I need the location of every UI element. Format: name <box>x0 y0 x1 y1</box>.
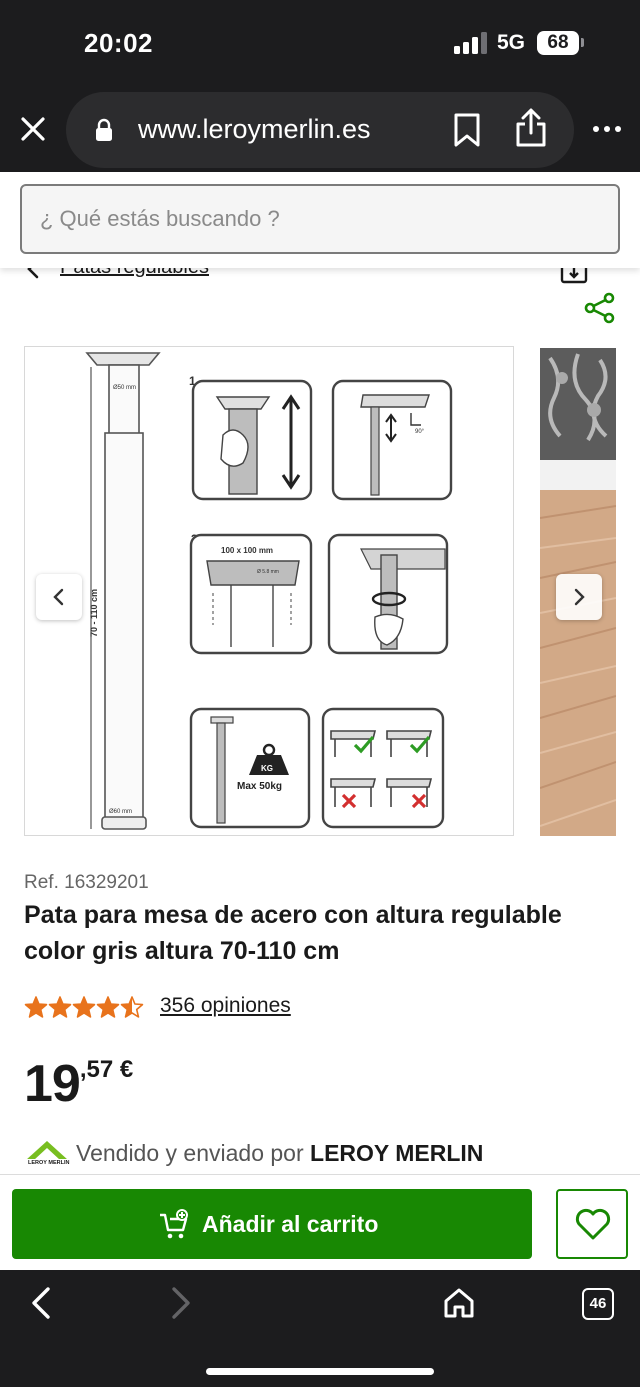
svg-text:KG: KG <box>261 764 273 773</box>
status-bar: 20:02 5G 68 <box>0 0 640 88</box>
diameter-bottom-label: Ø60 mm <box>109 809 132 815</box>
close-icon[interactable] <box>18 114 48 144</box>
bookmark-icon[interactable] <box>452 112 482 148</box>
seller-prefix: Vendido y enviado por <box>76 1140 311 1166</box>
search-input[interactable]: ¿ Qué estás buscando ? <box>20 184 620 254</box>
svg-text:Max 50kg: Max 50kg <box>237 781 282 792</box>
battery-tip <box>581 38 584 47</box>
battery-icon: 68 <box>537 31 579 55</box>
rating-stars <box>24 996 144 1018</box>
product-image[interactable]: 70 - 110 cm Ø50 mm Ø60 mm 1 2 90° 3 100 … <box>24 346 514 836</box>
product-title: Pata para mesa de acero con altura regul… <box>24 901 562 965</box>
diameter-top-label: Ø50 mm <box>113 385 136 391</box>
reviews-link[interactable]: 356 opiniones <box>160 994 291 1018</box>
price-decimal: ,57 € <box>79 1056 134 1083</box>
browser-toolbar: 46 <box>0 1270 640 1387</box>
url-field[interactable]: www.leroymerlin.es <box>66 92 574 168</box>
svg-text:100 x 100 mm: 100 x 100 mm <box>221 546 273 555</box>
svg-text:LEROY MERLIN: LEROY MERLIN <box>28 1160 69 1166</box>
search-placeholder: ¿ Qué estás buscando ? <box>40 206 280 231</box>
back-icon[interactable] <box>28 1286 56 1320</box>
add-to-cart-label: Añadir al carrito <box>202 1211 379 1237</box>
star-icon <box>72 996 96 1018</box>
add-to-cart-button[interactable]: Añadir al carrito <box>12 1189 532 1259</box>
product-gallery[interactable]: 70 - 110 cm Ø50 mm Ø60 mm 1 2 90° 3 100 … <box>24 346 616 838</box>
forward-icon[interactable] <box>166 1286 194 1320</box>
star-icon <box>48 996 72 1018</box>
home-indicator <box>206 1368 434 1375</box>
heart-icon <box>575 1208 611 1240</box>
more-icon[interactable] <box>592 114 622 144</box>
status-time: 20:02 <box>84 28 153 58</box>
search-bar: ¿ Qué estás buscando ? <box>0 172 640 268</box>
share-icon[interactable] <box>514 108 548 148</box>
star-icon <box>96 996 120 1018</box>
chevron-right-icon <box>574 588 585 606</box>
product-price: 19,57 € <box>24 1054 133 1114</box>
url-text: www.leroymerlin.es <box>138 114 371 144</box>
seller-name: LEROY MERLIN <box>310 1140 484 1166</box>
share-product-icon[interactable] <box>584 292 616 324</box>
signal-icon <box>454 32 487 54</box>
price-integer: 19 <box>24 1055 81 1113</box>
chevron-left-icon <box>53 588 64 606</box>
svg-text:Ø 5.8 mm: Ø 5.8 mm <box>257 569 279 575</box>
browser-address-bar: www.leroymerlin.es <box>0 88 640 172</box>
tabs-button[interactable]: 46 <box>582 1288 614 1320</box>
gallery-next-button[interactable] <box>556 574 602 620</box>
gallery-prev-button[interactable] <box>36 574 82 620</box>
svg-text:90°: 90° <box>415 429 425 435</box>
purchase-bar: Añadir al carrito <box>0 1174 640 1270</box>
dimension-label: 70 - 110 cm <box>89 589 99 637</box>
star-icon <box>24 996 48 1018</box>
seller-info: LEROY MERLIN Vendido y enviado por LEROY… <box>24 1136 624 1170</box>
product-ref: Ref. 16329201 <box>24 872 149 893</box>
star-icon <box>120 996 144 1018</box>
wishlist-button[interactable] <box>556 1189 628 1259</box>
cart-add-icon <box>160 1209 188 1239</box>
leroy-merlin-logo: LEROY MERLIN <box>26 1141 69 1166</box>
network-type: 5G <box>497 31 526 54</box>
seller-text: Vendido y enviado por LEROY MERLIN <box>76 1140 483 1167</box>
lock-icon <box>96 118 112 141</box>
assembly-diagram: 70 - 110 cm Ø50 mm Ø60 mm 1 2 90° 3 100 … <box>85 352 453 830</box>
home-icon[interactable] <box>442 1286 476 1320</box>
